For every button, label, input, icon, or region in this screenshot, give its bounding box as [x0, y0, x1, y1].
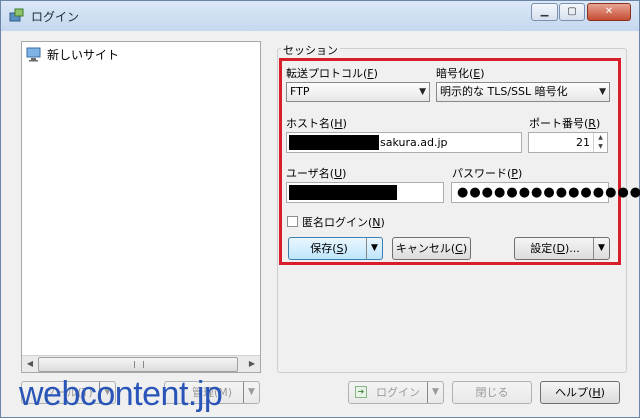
- dialog-body: 新しいサイト ◀ ▶ セッション 転送プロトコル(F) FTP ▼ 暗号化(E)…: [9, 31, 640, 411]
- encryption-select[interactable]: 明示的な TLS/SSL 暗号化 ▼: [436, 82, 610, 102]
- login-button[interactable]: ➜ ログイン ▼: [348, 381, 444, 404]
- login-label: ログイン: [376, 386, 420, 399]
- minimize-button[interactable]: ▁: [531, 3, 558, 21]
- user-label: ユーザ名(U): [286, 167, 347, 180]
- port-value: 21: [576, 136, 590, 149]
- encryption-label: 暗号化(E): [436, 67, 485, 80]
- login-window: ログイン ▁ ▢ ✕ 新しいサイト ◀ ▶ セッション 転送プロトコル(F) F…: [0, 0, 640, 418]
- dropdown-arrow-icon: ▼: [599, 87, 606, 97]
- app-icon: [9, 8, 24, 22]
- login-dropdown-icon: ▼: [427, 382, 443, 403]
- save-label: 保存(S): [310, 242, 348, 255]
- scroll-thumb[interactable]: [38, 357, 238, 372]
- password-label: パスワード(P): [452, 167, 523, 180]
- settings-dropdown-icon[interactable]: ▼: [593, 238, 609, 259]
- anonymous-label[interactable]: 匿名ログイン(N): [302, 214, 385, 230]
- close-window-button[interactable]: ✕: [587, 3, 631, 21]
- help-button[interactable]: ヘルプ(H): [540, 381, 620, 404]
- spin-up-icon[interactable]: ▲: [594, 133, 607, 142]
- save-button[interactable]: 保存(S) ▼: [288, 237, 383, 260]
- site-tree[interactable]: 新しいサイト ◀ ▶: [21, 41, 261, 373]
- close-icon: ✕: [604, 6, 614, 17]
- settings-label: 設定(D)...: [530, 242, 580, 255]
- site-monitor-icon: [26, 47, 41, 61]
- horizontal-scrollbar[interactable]: ◀ ▶: [22, 355, 260, 372]
- scroll-left-icon[interactable]: ◀: [22, 356, 38, 372]
- port-label: ポート番号(R): [529, 117, 601, 130]
- close-button[interactable]: 閉じる: [452, 381, 532, 404]
- host-value: sakura.ad.jp: [380, 136, 448, 149]
- host-label: ホスト名(H): [286, 117, 347, 130]
- tree-item-new-site[interactable]: 新しいサイト: [26, 46, 119, 62]
- protocol-select[interactable]: FTP ▼: [286, 82, 430, 102]
- password-value: ●●●●●●●●●●●●●●●●: [457, 185, 640, 200]
- grip-icon: [134, 361, 144, 368]
- watermark-text: webcontent.jp: [19, 375, 223, 413]
- window-title: ログイン: [31, 10, 80, 24]
- encryption-value: 明示的な TLS/SSL 暗号化: [440, 85, 568, 98]
- redacted-user: [289, 185, 397, 200]
- session-group-label: セッション: [281, 42, 340, 58]
- login-icon: ➜: [355, 386, 367, 398]
- host-input[interactable]: sakura.ad.jp: [286, 132, 522, 153]
- maximize-icon: ▢: [567, 6, 577, 17]
- dropdown-arrow-icon: ▼: [419, 87, 426, 97]
- protocol-value: FTP: [290, 85, 310, 98]
- user-input[interactable]: [286, 182, 444, 203]
- spin-down-icon[interactable]: ▼: [594, 142, 607, 151]
- protocol-label: 転送プロトコル(F): [286, 67, 378, 80]
- anonymous-checkbox[interactable]: [287, 216, 298, 227]
- save-dropdown-icon[interactable]: ▼: [366, 238, 382, 259]
- port-spinner[interactable]: ▲ ▼: [593, 133, 607, 152]
- port-input[interactable]: 21 ▲ ▼: [528, 132, 608, 153]
- cancel-button[interactable]: キャンセル(C): [392, 237, 471, 260]
- scroll-right-icon[interactable]: ▶: [244, 356, 260, 372]
- maximize-button[interactable]: ▢: [559, 3, 585, 21]
- manage-dropdown-icon: ▼: [243, 382, 259, 403]
- password-input[interactable]: ●●●●●●●●●●●●●●●●: [451, 182, 640, 203]
- title-bar: ログイン ▁ ▢ ✕: [1, 1, 639, 31]
- minimize-icon: ▁: [540, 6, 549, 17]
- tree-item-label: 新しいサイト: [47, 47, 120, 62]
- settings-button[interactable]: 設定(D)... ▼: [514, 237, 610, 260]
- redacted-host: [289, 135, 379, 150]
